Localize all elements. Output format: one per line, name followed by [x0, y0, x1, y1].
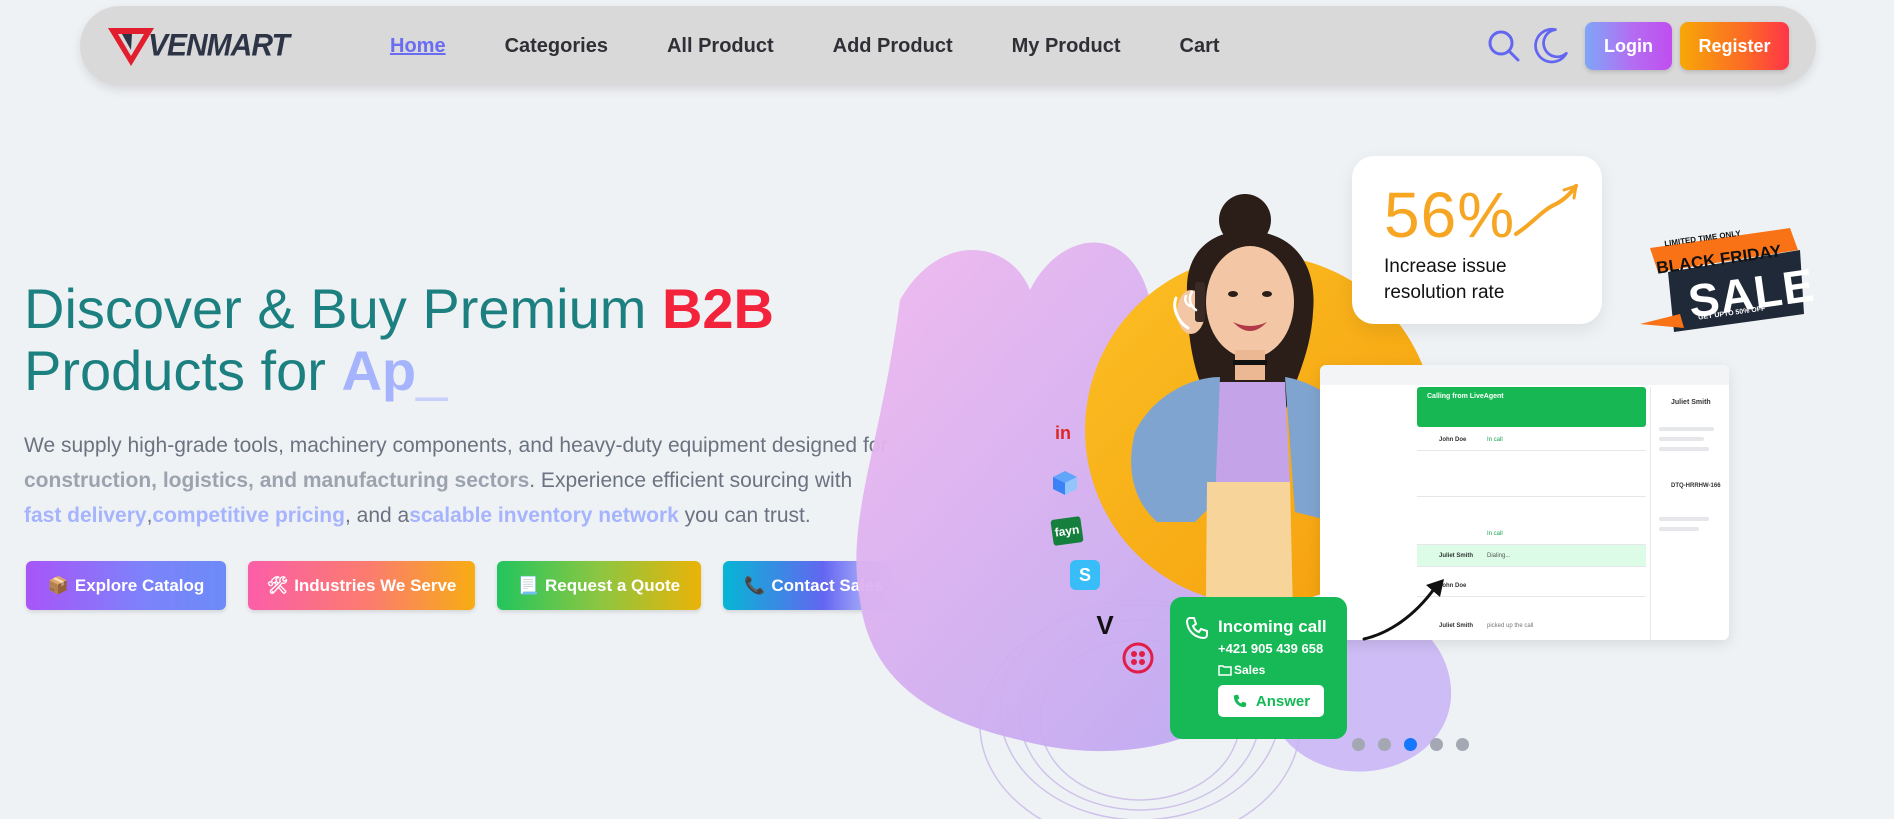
brand-name: VENMART: [148, 28, 290, 63]
dashboard-header-text: Calling from LiveAgent: [1427, 393, 1504, 400]
brand-logo-5-icon: V: [1096, 609, 1114, 640]
register-button[interactable]: Register: [1680, 22, 1789, 70]
navbar: VENMART Home Categories All Product Add …: [80, 6, 1816, 86]
placeholder-bar: [1659, 437, 1704, 441]
nav-icons: [1484, 26, 1570, 66]
row-status: In call: [1487, 437, 1503, 443]
carousel-dot[interactable]: [1430, 738, 1443, 751]
dashboard-row: John Doe: [1417, 575, 1646, 597]
hero-typed-text: Ap: [341, 339, 417, 402]
login-button[interactable]: Login: [1585, 22, 1672, 70]
nav-add-product[interactable]: Add Product: [833, 35, 953, 58]
nav-cart[interactable]: Cart: [1180, 35, 1220, 58]
phone-icon: [1233, 694, 1247, 708]
request-quote-button[interactable]: 📃 Request a Quote: [497, 561, 701, 610]
dashboard-row: In call: [1417, 523, 1646, 545]
carousel-dot[interactable]: [1352, 738, 1365, 751]
placeholder-bar: [1659, 527, 1699, 531]
carousel-dot[interactable]: [1378, 738, 1391, 751]
search-button[interactable]: [1484, 26, 1524, 66]
black-friday-badge: LIMITED TIME ONLY BLACK FRIDAY SALE GET …: [1640, 228, 1818, 332]
placeholder-bar: [1659, 447, 1709, 451]
desc-text-1: We supply high-grade tools, machinery co…: [24, 434, 888, 457]
answer-label: Answer: [1255, 692, 1311, 710]
placeholder-bar: [1659, 517, 1709, 521]
desc-highlight-pricing: competitive pricing: [152, 504, 345, 527]
phone-icon: [1185, 617, 1208, 640]
desc-text-2: . Experience efficient sourcing with: [529, 469, 853, 492]
brand-logo-1-icon: in: [1055, 422, 1071, 443]
brand-logo-6-icon: [1122, 642, 1154, 674]
scroll-icon: 📃: [517, 575, 540, 595]
hero-title-highlight: B2B: [661, 277, 774, 340]
call-department: Sales: [1234, 663, 1266, 677]
row-status: picked up the call: [1487, 623, 1534, 629]
stat-card: 56% Increase issue resolution rate: [1352, 156, 1602, 324]
nav-my-product[interactable]: My Product: [1012, 35, 1121, 58]
desc-highlight-inventory: scalable inventory network: [409, 504, 679, 527]
package-icon: 📦: [47, 575, 69, 595]
dashboard-topbar: [1320, 365, 1729, 385]
theme-toggle-button[interactable]: [1530, 26, 1570, 66]
nav-home[interactable]: Home: [390, 35, 446, 58]
explore-catalog-label: Explore Catalog: [74, 575, 205, 595]
hero-title-part2: Products for: [24, 339, 342, 402]
desc-sep-2: , and a: [344, 504, 410, 527]
row-name: John Doe: [1439, 437, 1467, 443]
stat-value: 56%: [1384, 179, 1516, 251]
curved-arrow-icon: [1362, 579, 1444, 641]
carousel-dots: [1352, 738, 1482, 751]
dashboard-row: [1417, 475, 1646, 497]
search-icon: [1488, 30, 1520, 62]
hero-title: Discover & Buy Premium B2B Products for …: [24, 278, 924, 402]
stat-caption: Increase issue resolution rate: [1384, 254, 1507, 306]
carousel-dot[interactable]: [1456, 738, 1469, 751]
dashboard-row: John Doe In call: [1417, 429, 1646, 451]
row-status: Dialing...: [1487, 553, 1511, 559]
dashboard-row: Juliet Smith Dialing...: [1417, 545, 1646, 567]
desc-text-3: you can trust.: [678, 504, 811, 527]
carousel-dot-active[interactable]: [1404, 738, 1417, 751]
explore-catalog-button[interactable]: 📦 Explore Catalog: [26, 561, 226, 610]
row-status: In call: [1487, 531, 1503, 537]
desc-strong: construction, logistics, and manufacturi…: [24, 469, 530, 492]
brand-logo-2-icon: [1050, 468, 1080, 498]
phone-icon: 📞: [744, 575, 766, 595]
hero-illustration: in fayn S V 56% Increase issue resolutio…: [840, 120, 1894, 819]
call-number: +421 905 439 658: [1218, 641, 1324, 656]
moon-icon: [1534, 27, 1568, 64]
nav-all-product[interactable]: All Product: [667, 35, 774, 58]
cta-row: 📦 Explore Catalog 🛠 Industries We Serve …: [26, 561, 927, 610]
request-quote-label: Request a Quote: [545, 575, 681, 595]
nav-categories[interactable]: Categories: [505, 35, 608, 58]
dashboard-call-header: Calling from LiveAgent: [1417, 387, 1646, 427]
brand-logo-faynt-icon: fayn: [1050, 516, 1084, 546]
stat-caption-line-1: Increase issue: [1384, 256, 1507, 277]
industries-button[interactable]: 🛠 Industries We Serve: [248, 561, 475, 610]
tools-icon: 🛠: [266, 575, 289, 595]
brand-logo-4-icon: S: [1070, 560, 1100, 590]
dashboard-sidebar: Juliet Smith DTQ-HRRHW-166: [1650, 387, 1729, 640]
trend-arrow-icon: [1514, 183, 1578, 236]
call-title: Incoming call: [1218, 617, 1327, 636]
phone-ring-icon: [1173, 290, 1198, 330]
dashboard-row: Juliet Smith picked up the call: [1417, 615, 1646, 637]
stat-caption-line-2: resolution rate: [1384, 282, 1505, 303]
row-name: Juliet Smith: [1439, 553, 1474, 559]
nav-links: Home Categories All Product Add Product …: [390, 6, 1279, 86]
industries-label: Industries We Serve: [294, 575, 457, 595]
folder-icon: [1218, 665, 1232, 676]
answer-call-button[interactable]: Answer: [1218, 685, 1324, 717]
desc-highlight-delivery: fast delivery: [24, 504, 147, 527]
typing-cursor: _: [416, 339, 448, 402]
sidebar-contact-name: Juliet Smith: [1671, 399, 1711, 406]
placeholder-bar: [1659, 427, 1714, 431]
brand-logo[interactable]: VENMART: [108, 26, 290, 66]
incoming-call-card: Incoming call +421 905 439 658 Sales Ans…: [1170, 597, 1347, 739]
hero-title-part1: Discover & Buy Premium: [24, 277, 662, 340]
sidebar-ticket-id: DTQ-HRRHW-166: [1671, 483, 1721, 489]
